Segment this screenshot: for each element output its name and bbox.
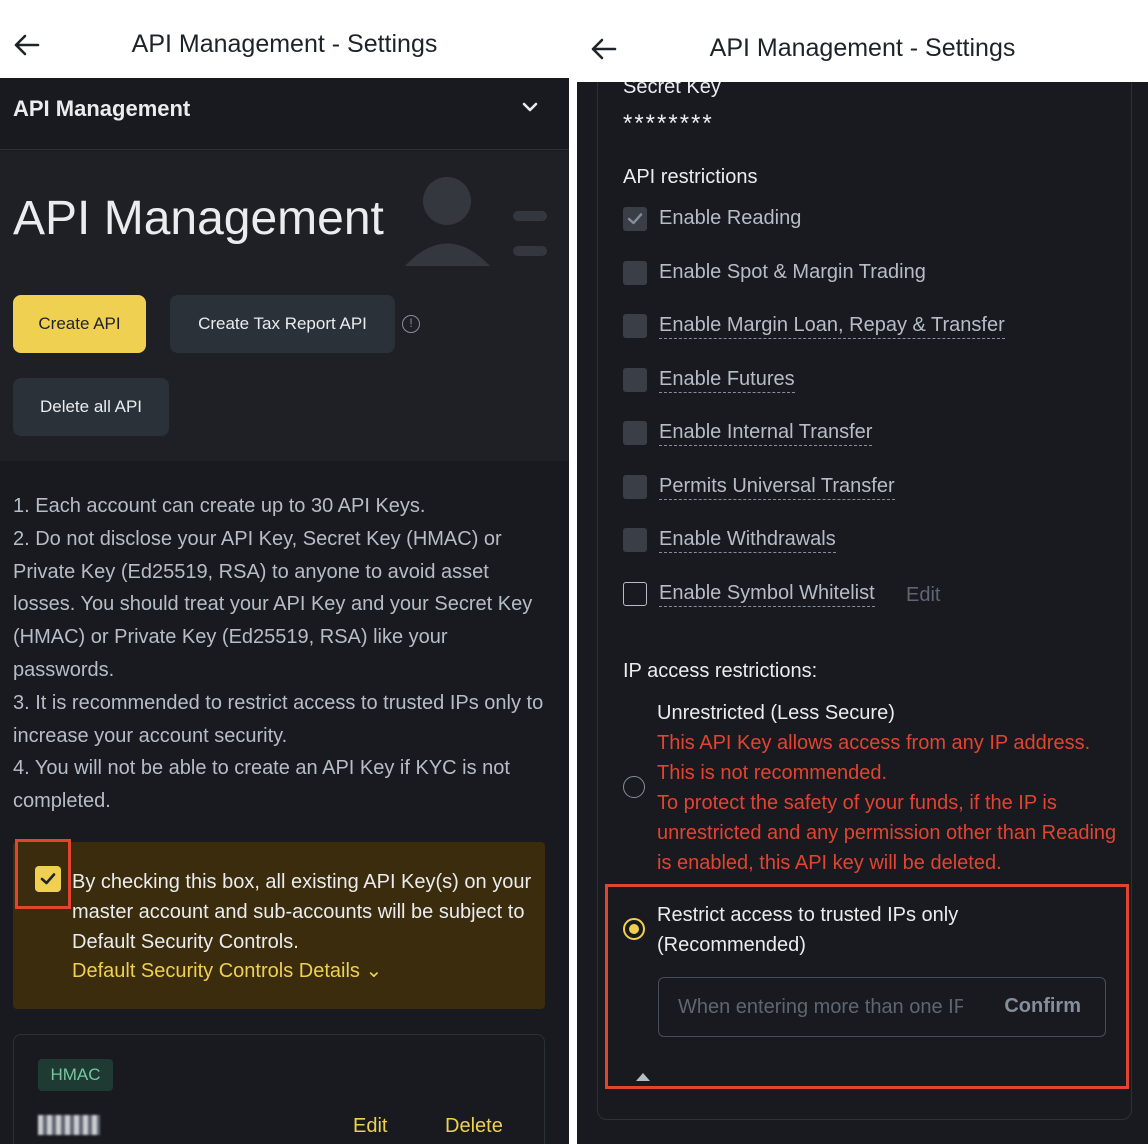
permission-label: Enable Reading [659,207,802,229]
api-notes: 1. Each account can create up to 30 API … [13,490,553,818]
permission-label: Enable Futures [659,368,795,393]
hero-section: API Management Create API Create Tax Rep… [0,151,569,461]
caret-up-icon [636,1073,650,1081]
restricted-radio[interactable] [623,918,645,940]
checkbox[interactable] [623,475,647,499]
delete-api-link[interactable]: Delete [445,1115,503,1138]
security-consent-box: By checking this box, all existing API K… [13,839,545,1009]
security-controls-details-link[interactable]: Default Security Controls Details ⌄ [72,958,382,983]
page-title: API Management - Settings [131,30,438,58]
api-restrictions-label: API restrictions [623,166,758,188]
note-item: 3. It is recommended to restrict access … [13,691,544,747]
permission-label: Enable Withdrawals [659,528,836,553]
create-tax-report-api-button[interactable]: Create Tax Report API [170,295,395,353]
permission-label: Enable Internal Transfer [659,421,873,446]
checkmark-icon [627,213,643,225]
ip-input-placeholder: When entering more than one IP [678,996,963,1018]
permission-label: Enable Symbol Whitelist [659,582,875,607]
ip-restrictions-label: IP access restrictions: [623,660,818,682]
permission-label: Permits Universal Transfer [659,475,895,500]
recommended-label: (Recommended) [657,934,806,956]
consent-text: By checking this box, all existing API K… [72,871,532,953]
permission-symbol-whitelist[interactable]: Enable Symbol Whitelist Edit [623,580,1043,610]
top-bar: API Management - Settings [577,0,1148,82]
unrestricted-option-title: Unrestricted (Less Secure) [657,702,895,724]
create-api-button[interactable]: Create API [13,295,146,353]
section-dropdown[interactable]: API Management [0,78,569,150]
whitelist-edit-link[interactable]: Edit [906,584,940,607]
confirm-button[interactable]: Confirm [1004,995,1081,1018]
checkbox[interactable] [623,368,647,392]
blurred-api-name [38,1115,100,1135]
secret-key-value: ******** [623,110,714,137]
checkbox[interactable] [623,421,647,445]
checkbox[interactable] [623,582,647,606]
note-item: 4. You will not be able to create an API… [13,757,510,813]
ip-address-input[interactable]: When entering more than one IP Confirm [658,977,1106,1037]
highlight-frame [15,839,71,909]
note-item: 1. Each account can create up to 30 API … [13,495,426,517]
checkbox[interactable] [623,528,647,552]
checkbox[interactable] [623,261,647,285]
key-type-badge: HMAC [38,1059,113,1091]
edit-api-link[interactable]: Edit [353,1115,387,1138]
permission-label: Enable Spot & Margin Trading [659,261,926,283]
checkbox-checked[interactable] [623,207,647,231]
chevron-down-icon [522,102,538,112]
checkbox[interactable] [623,314,647,338]
right-screen: Secret Key ******** API restrictions Ena… [577,0,1148,1144]
delete-all-api-button[interactable]: Delete all API [13,378,169,436]
info-icon[interactable]: ! [402,315,420,333]
left-screen: API Management - Settings API Management… [0,0,569,1144]
api-key-card: HMAC Edit Delete [13,1034,545,1144]
unrestricted-radio[interactable] [623,776,645,798]
hero-title: API Management [13,192,384,245]
permission-label: Enable Margin Loan, Repay & Transfer [659,314,1005,339]
unrestricted-warning: This API Key allows access from any IP a… [657,728,1127,878]
warning-text: To protect the safety of your funds, if … [657,792,1117,874]
restricted-option-title: Restrict access to trusted IPs only [657,904,959,926]
page-title: API Management - Settings [709,34,1016,62]
profile-illustration-icon [405,177,547,266]
section-label: API Management [13,96,191,121]
note-item: 2. Do not disclose your API Key, Secret … [13,527,533,681]
warning-text: This API Key allows access from any IP a… [657,732,1091,784]
top-bar: API Management - Settings [0,0,569,78]
